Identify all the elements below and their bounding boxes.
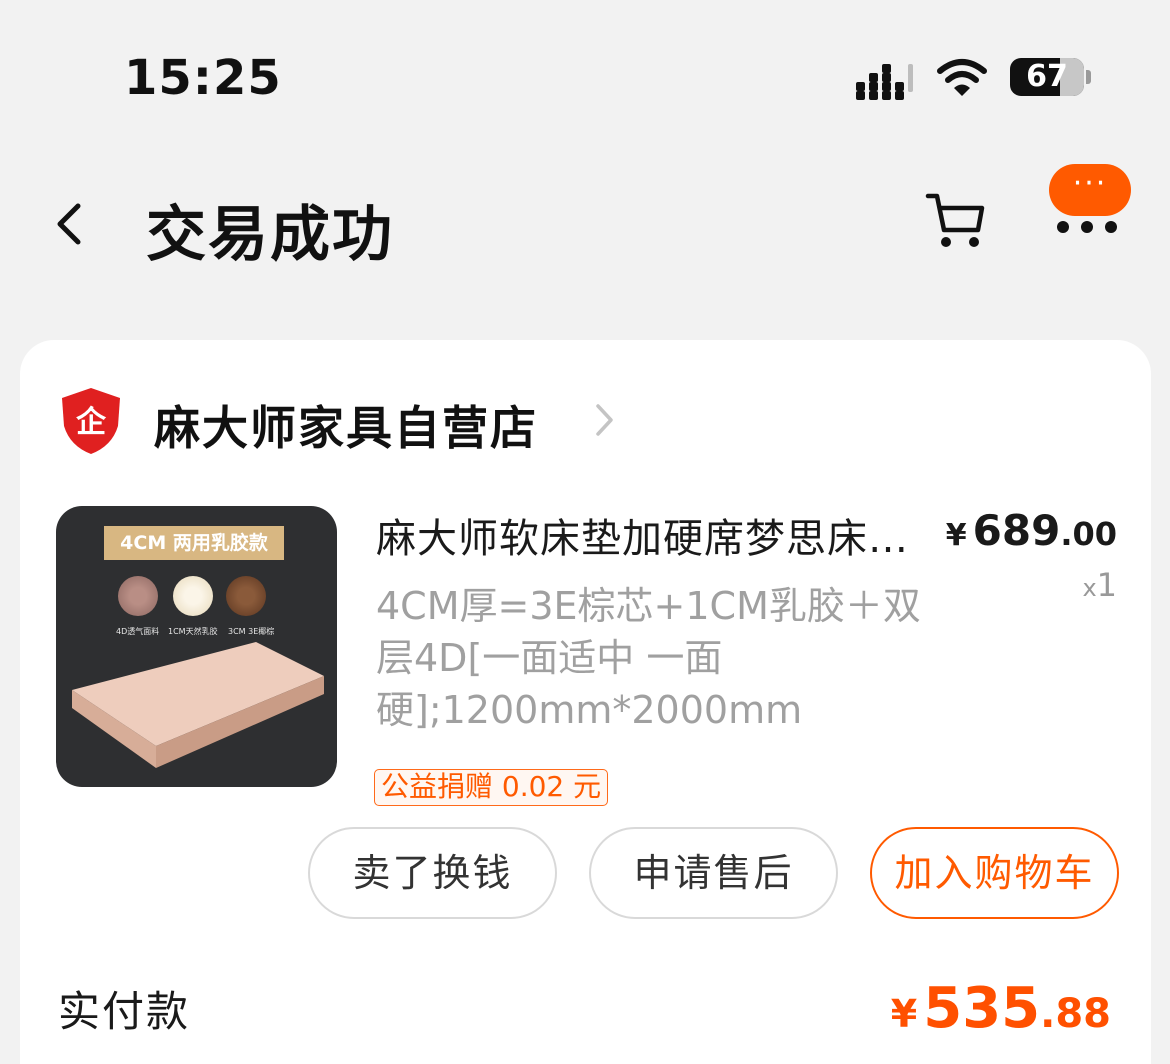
shop-link[interactable]: 企 麻大师家具自营店 — [60, 386, 660, 456]
more-button[interactable]: ··· — [1044, 160, 1136, 244]
product-spec: 4CM厚=3E棕芯+1CM乳胶＋双层4D[一面适中 一面硬];1200mm*20… — [376, 584, 921, 732]
cart-button[interactable] — [922, 188, 992, 254]
paid-symbol: ¥ — [890, 992, 918, 1036]
product-quantity: x1 — [1082, 566, 1117, 604]
battery-tip — [1086, 70, 1091, 84]
quantity-prefix: x — [1082, 574, 1097, 602]
price-integer: 689 — [972, 506, 1061, 555]
image-tag: 4CM 两用乳胶款 — [104, 526, 284, 560]
shop-badge-glyph: 企 — [76, 405, 107, 440]
paid-decimal: .88 — [1040, 991, 1111, 1037]
charity-badge: 公益捐赠 0.02 元 — [374, 769, 609, 806]
order-detail-screen: 15:25 67 交易成功 ··· 企 麻大师家具自营店 4CM 两用乳胶款 4… — [0, 0, 1170, 1064]
signal-icon — [856, 64, 913, 100]
battery-level: 67 — [1026, 59, 1068, 94]
paid-label: 实付款 — [58, 987, 191, 1036]
paid-amount: ¥535.88 — [891, 976, 1111, 1041]
layer-latex-swatch — [173, 576, 213, 616]
product-price: ¥689.00 — [946, 506, 1117, 555]
page-title: 交易成功 — [146, 200, 394, 270]
more-icon — [1057, 221, 1117, 233]
chevron-left-icon — [57, 203, 81, 245]
wifi-icon — [937, 59, 987, 96]
shop-name: 麻大师家具自营店 — [154, 401, 538, 455]
quantity-value: 1 — [1096, 566, 1117, 604]
battery-icon: 67 — [1010, 58, 1084, 96]
shield-icon: 企 — [62, 388, 120, 454]
price-decimal: .00 — [1060, 515, 1117, 553]
product-image[interactable]: 4CM 两用乳胶款 4D透气面料 1CM天然乳胶 3CM 3E椰棕 — [56, 506, 337, 787]
layer-fabric-swatch — [118, 576, 158, 616]
paid-integer: 535 — [923, 976, 1041, 1041]
add-to-cart-button[interactable]: 加入购物车 — [870, 827, 1119, 919]
chevron-right-icon — [596, 404, 613, 436]
mattress-illustration — [72, 642, 324, 768]
product-title[interactable]: 麻大师软床垫加硬席梦思床垫家用卧室椰棕床垫 — [376, 506, 916, 564]
order-card: 企 麻大师家具自营店 4CM 两用乳胶款 4D透气面料 1CM天然乳胶 3CM … — [20, 340, 1151, 1064]
after-sale-button[interactable]: 申请售后 — [589, 827, 838, 919]
cart-icon — [925, 193, 985, 247]
back-button[interactable] — [44, 196, 94, 252]
sell-button[interactable]: 卖了换钱 — [308, 827, 557, 919]
status-time: 15:25 — [124, 50, 282, 106]
status-icons: 67 — [850, 52, 1100, 102]
layer-coir-swatch — [226, 576, 266, 616]
message-badge: ··· — [1049, 164, 1131, 216]
price-symbol: ¥ — [945, 518, 967, 553]
